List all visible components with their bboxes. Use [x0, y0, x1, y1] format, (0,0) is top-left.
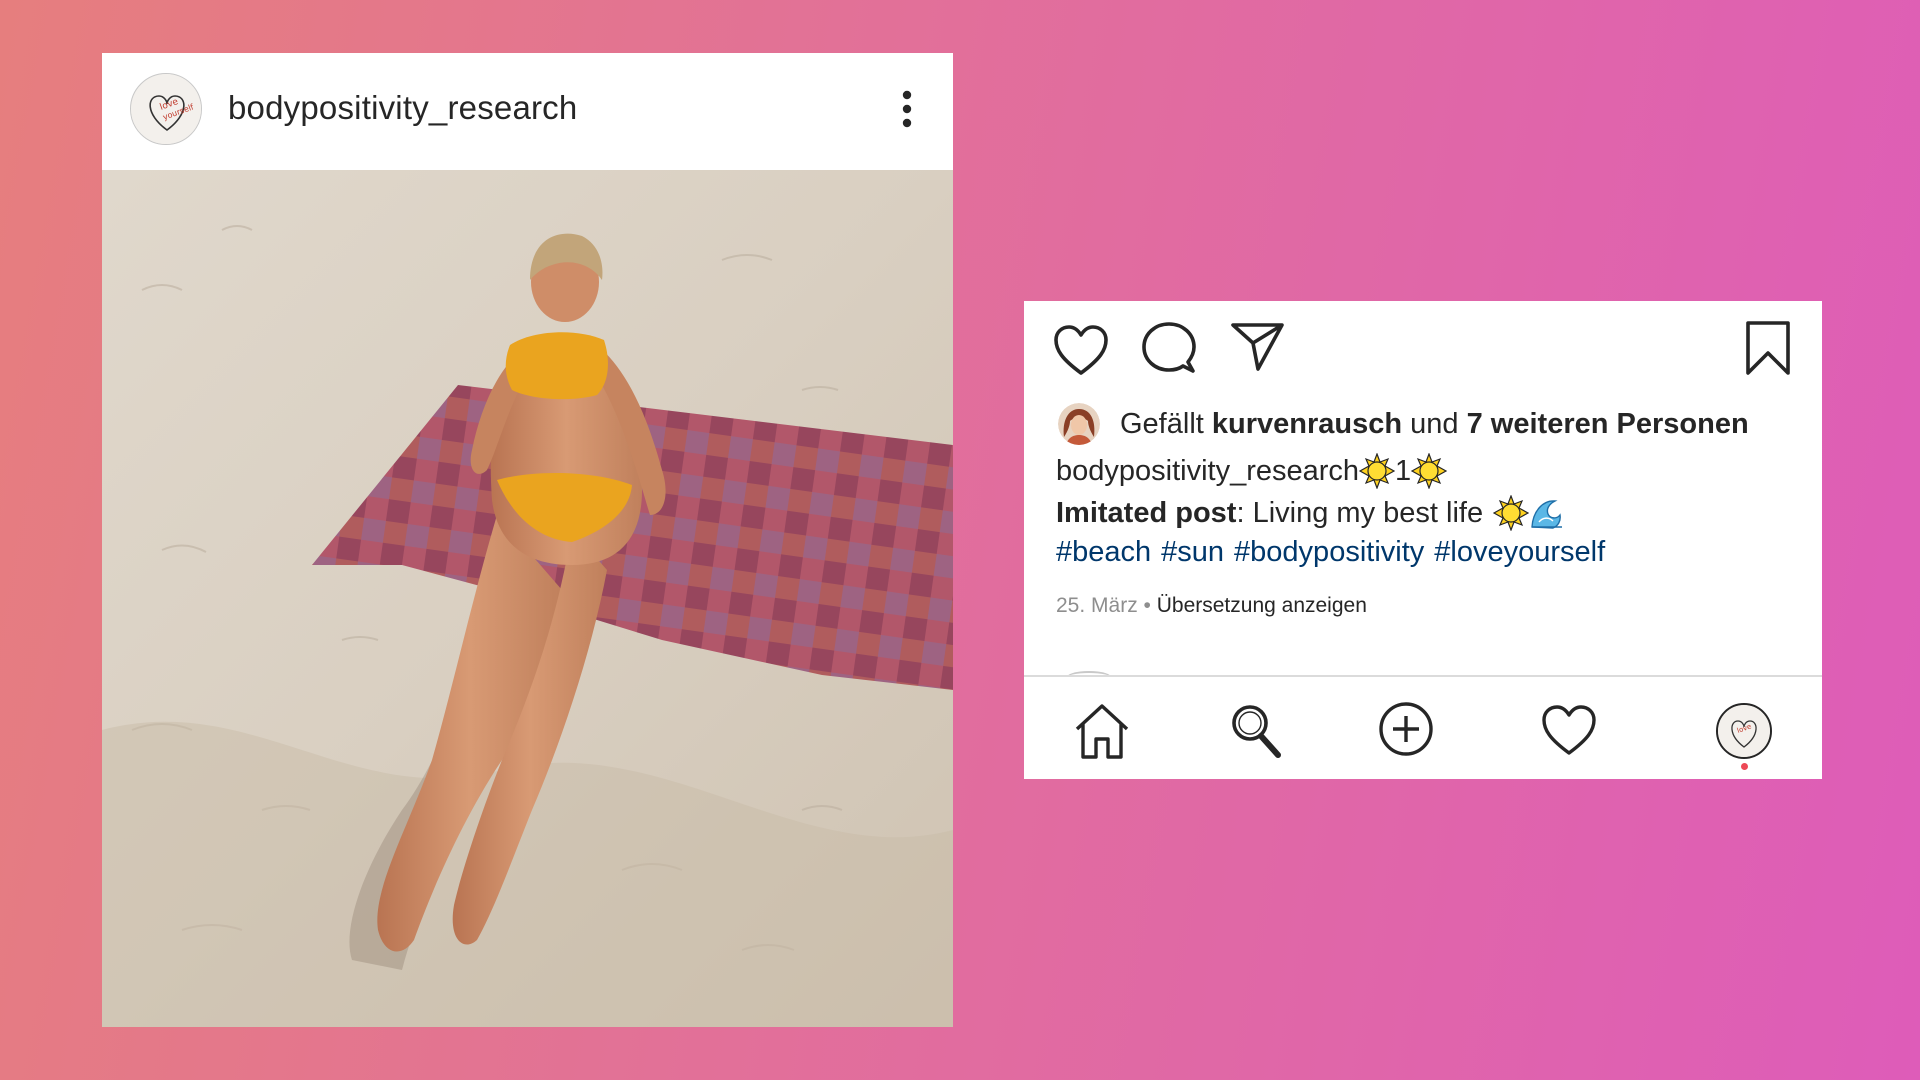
post-header: love yourself bodypositivity_research: [102, 53, 953, 170]
post-actions-card: Gefällt kurvenrausch und 7 weiteren Pers…: [1024, 301, 1822, 779]
caption-label: Imitated post: [1056, 496, 1237, 529]
caption-header: bodypositivity_research 1: [1056, 453, 1448, 489]
caption-text: : Living my best life: [1236, 496, 1484, 529]
hashtag-link[interactable]: #loveyourself: [1434, 536, 1605, 569]
activity-heart-icon[interactable]: [1540, 703, 1598, 757]
caption-body: Imitated post : Living my best life: [1056, 495, 1565, 531]
home-icon[interactable]: [1072, 701, 1132, 761]
post-date: 25. März: [1056, 594, 1138, 617]
add-icon[interactable]: [1378, 701, 1434, 757]
liker-avatar-icon: [1058, 403, 1100, 445]
post-meta: 25. März • Übersetzung anzeigen: [1056, 594, 1367, 618]
search-icon[interactable]: [1228, 701, 1284, 761]
sun-emoji-icon: [1411, 453, 1448, 489]
liker-username[interactable]: kurvenrausch: [1212, 408, 1402, 440]
hashtag-list: #beach #sun #bodypositivity #loveyoursel…: [1056, 536, 1615, 569]
post-username[interactable]: bodypositivity_research: [228, 89, 577, 127]
comment-icon[interactable]: [1142, 321, 1196, 377]
send-icon[interactable]: [1230, 321, 1286, 373]
heart-icon[interactable]: [1052, 323, 1110, 377]
likes-row[interactable]: Gefällt kurvenrausch und 7 weiteren Pers…: [1058, 401, 1749, 447]
notification-dot: [1741, 763, 1748, 770]
hashtag-link[interactable]: #beach: [1056, 536, 1151, 569]
meta-separator: •: [1137, 594, 1157, 617]
liker-avatar[interactable]: [1058, 403, 1100, 445]
more-vertical-icon[interactable]: [901, 89, 913, 129]
profile-avatar[interactable]: love yourself: [130, 73, 202, 145]
likes-others[interactable]: 7 weiteren Personen: [1467, 408, 1749, 440]
post-card: love yourself bodypositivity_research: [102, 53, 953, 1027]
caption-number: 1: [1395, 454, 1412, 487]
caption-username[interactable]: bodypositivity_research: [1056, 455, 1359, 488]
sun-emoji-icon: [1493, 495, 1530, 531]
wave-emoji-icon: [1531, 500, 1563, 529]
translate-link[interactable]: Übersetzung anzeigen: [1157, 594, 1367, 617]
profile-tab-avatar[interactable]: love: [1716, 703, 1772, 759]
sun-emoji-icon: [1359, 453, 1396, 489]
hashtag-link[interactable]: #sun: [1161, 536, 1224, 569]
hashtag-link[interactable]: #bodypositivity: [1234, 536, 1424, 569]
likes-text: Gefällt kurvenrausch und 7 weiteren Pers…: [1120, 408, 1749, 441]
post-photo[interactable]: [102, 170, 953, 1027]
love-yourself-logo-icon: love: [1718, 705, 1770, 757]
love-yourself-logo-icon: love yourself: [131, 74, 201, 144]
likes-middle: und: [1410, 407, 1459, 440]
bottom-nav: love: [1024, 677, 1822, 779]
bookmark-icon[interactable]: [1743, 319, 1793, 377]
likes-prefix: Gefällt: [1120, 407, 1204, 440]
